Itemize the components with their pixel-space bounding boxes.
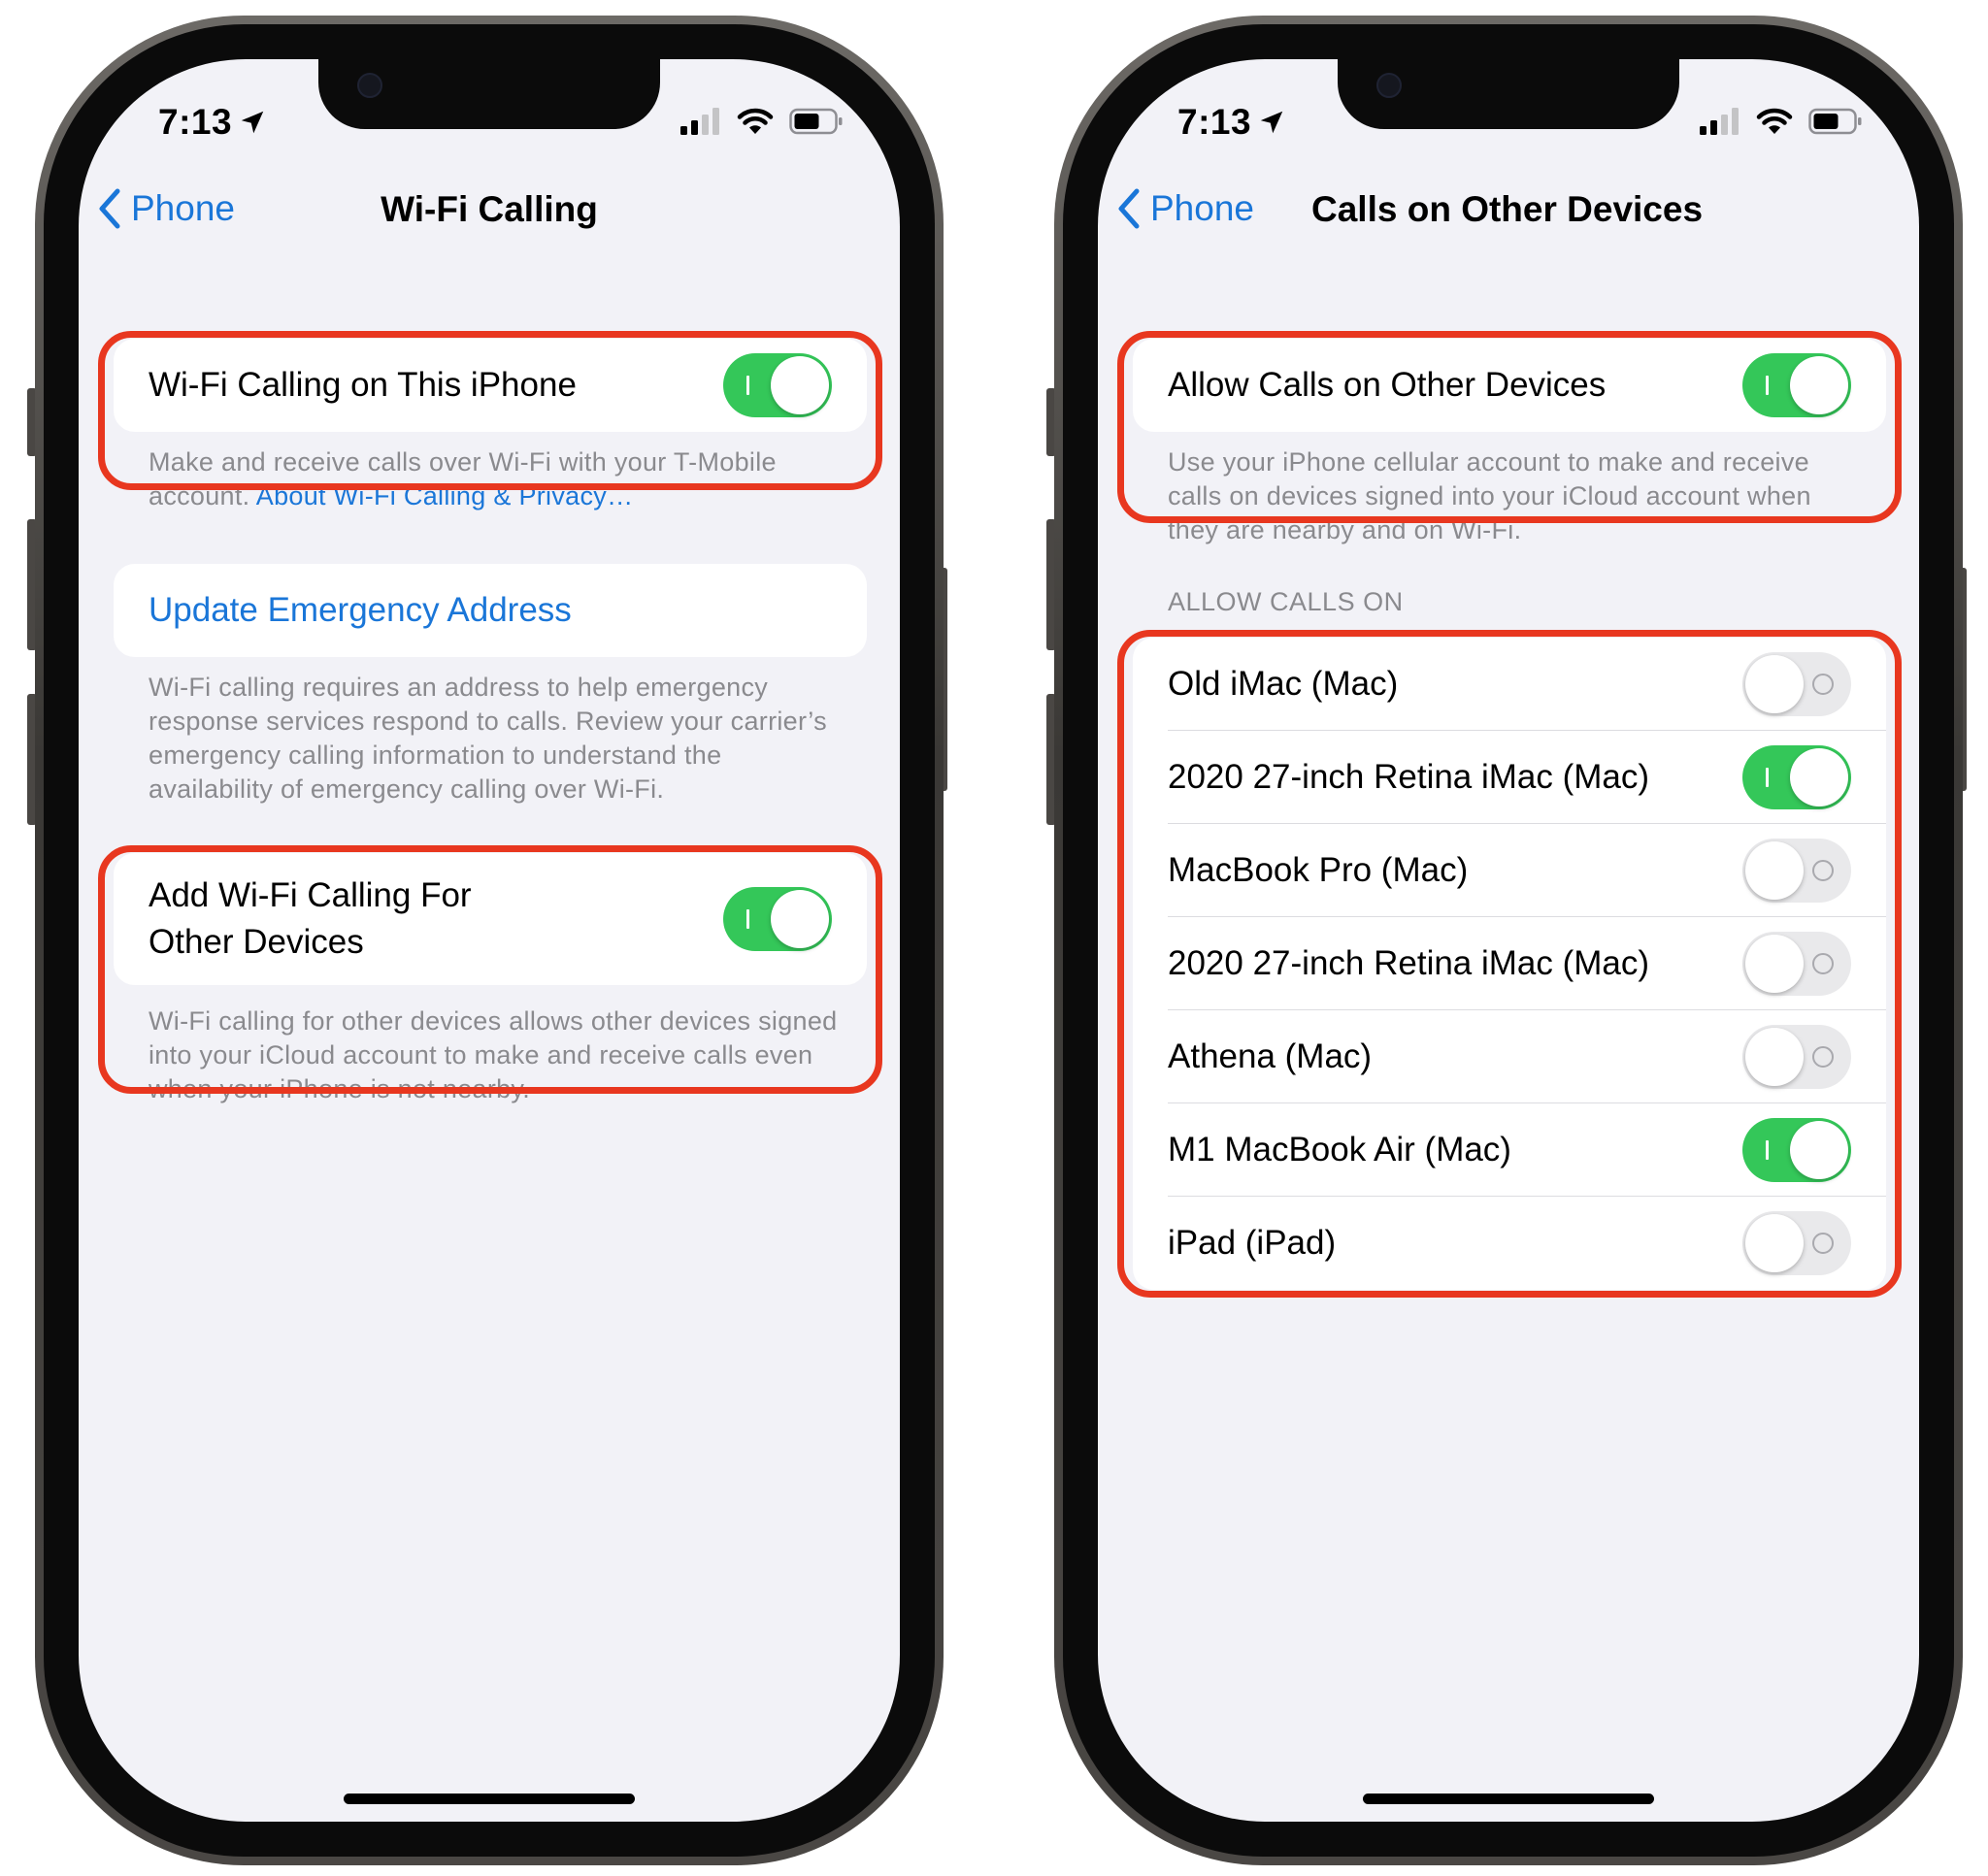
status-bar-time: 7:13 [1177, 102, 1286, 143]
back-button[interactable]: Phone [1115, 187, 1254, 230]
status-bar-time: 7:13 [158, 102, 267, 143]
notch [1338, 59, 1679, 129]
page-title: Calls on Other Devices [1311, 189, 1704, 229]
status-bar-icons [680, 108, 844, 135]
time-text: 7:13 [1177, 102, 1252, 142]
notch [318, 59, 660, 129]
update-emergency-address-row[interactable]: Update Emergency Address [114, 564, 867, 657]
phone-bezel: 7:13 [44, 24, 935, 1857]
highlight-box-wifi-calling [98, 331, 882, 490]
highlight-box-device-list [1117, 630, 1902, 1298]
screen-wifi-calling: 7:13 Phone Wi-Fi Calling Wi-Fi Calling o… [79, 59, 900, 1822]
screen-calls-on-other-devices: 7:13 Phone Calls on Other Devices Allow … [1098, 59, 1919, 1822]
phone-bezel: 7:13 [1063, 24, 1954, 1857]
battery-icon [1808, 108, 1862, 135]
navigation-bar: Phone Wi-Fi Calling [79, 185, 900, 244]
phone-left: 7:13 Phone Wi-Fi Calling Wi-Fi Calling o… [35, 16, 944, 1865]
emergency-footer: Wi-Fi calling requires an address to hel… [149, 673, 827, 804]
phone-right: 7:13 Phone Calls on Other Devices Allow … [1054, 16, 1963, 1865]
highlight-box-other-devices [98, 845, 882, 1094]
time-text: 7:13 [158, 102, 233, 142]
cellular-signal-icon [680, 108, 719, 135]
navigation-bar: Phone Calls on Other Devices [1098, 185, 1919, 244]
home-indicator [344, 1794, 635, 1804]
location-arrow-icon [1260, 111, 1283, 134]
wifi-icon [1756, 108, 1793, 134]
status-bar-icons [1700, 108, 1863, 135]
chevron-left-icon [1118, 188, 1140, 229]
battery-icon [789, 108, 843, 135]
page-title: Wi-Fi Calling [381, 189, 598, 229]
cellular-signal-icon [1700, 108, 1739, 135]
front-camera [1376, 73, 1402, 98]
back-label: Phone [1150, 188, 1254, 228]
wifi-icon [737, 108, 774, 134]
highlight-box-allow-calls [1117, 331, 1902, 523]
update-emergency-address-label: Update Emergency Address [149, 591, 572, 629]
section-header-allow-calls-on: ALLOW CALLS ON [1168, 587, 1404, 616]
home-indicator [1363, 1794, 1654, 1804]
location-arrow-icon [241, 111, 264, 134]
emergency-group: Update Emergency Address [114, 564, 867, 657]
front-camera [357, 73, 382, 98]
